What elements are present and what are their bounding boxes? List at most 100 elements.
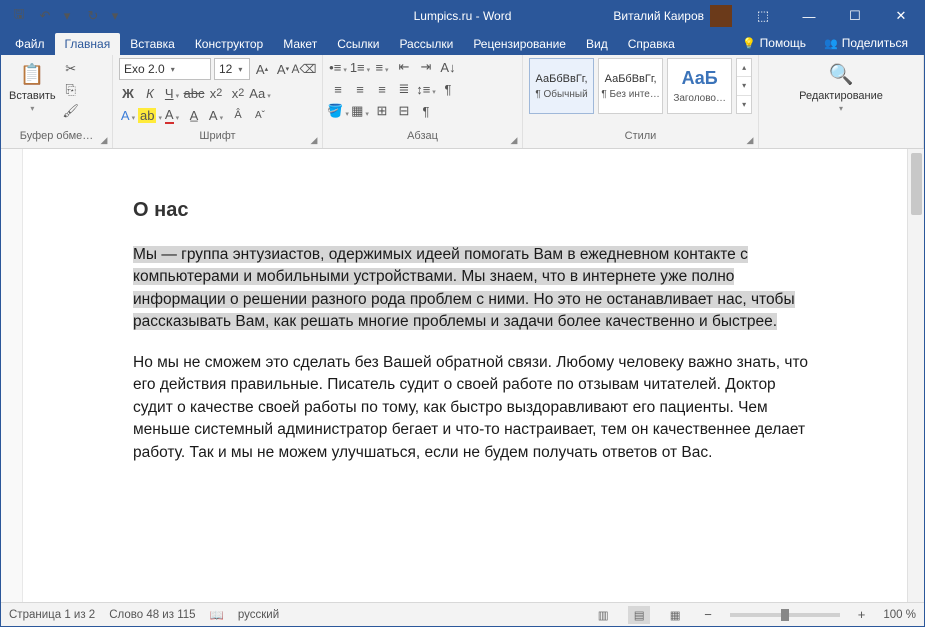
show-marks-icon[interactable]: ¶ — [439, 80, 457, 98]
borders-icon[interactable]: ▦ — [351, 102, 369, 120]
styles-launcher-icon[interactable]: ◢ — [744, 134, 756, 146]
status-language[interactable]: русский — [238, 609, 279, 621]
shading-icon[interactable]: 🪣 — [329, 102, 347, 120]
superscript-icon[interactable]: x2 — [229, 84, 247, 102]
tab-home[interactable]: Главная — [55, 33, 121, 55]
tab-view[interactable]: Вид — [576, 33, 618, 55]
highlight-icon[interactable]: ab — [141, 106, 159, 124]
document-page[interactable]: О нас Мы — группа энтузиастов, одержимых… — [55, 167, 875, 522]
tab-file[interactable]: Файл — [5, 33, 55, 55]
ribbon-options-icon[interactable]: ⬚ — [740, 1, 786, 31]
clear-format-icon[interactable]: A⌫ — [295, 60, 313, 78]
vertical-scrollbar[interactable] — [907, 149, 924, 602]
quick-access-toolbar: 🖫 ↶ ▾ ↻ ▾ — [1, 8, 123, 24]
scrollbar-thumb[interactable] — [911, 153, 922, 215]
tell-me[interactable]: Помощь — [734, 33, 814, 53]
web-layout-icon[interactable]: ▦ — [664, 606, 686, 624]
increase-indent-icon[interactable]: ⇥ — [417, 58, 435, 76]
tab-design[interactable]: Конструктор — [185, 33, 273, 55]
autosave-icon[interactable]: 🖫 — [11, 8, 27, 24]
underline-icon[interactable]: Ч — [163, 84, 181, 102]
shrink-font-icon[interactable]: A▾ — [274, 60, 292, 78]
paragraph-2[interactable]: Но мы не сможем это сделать без Вашей об… — [133, 352, 815, 464]
style-no-spacing[interactable]: АаБбВвГг, ¶ Без инте… — [598, 58, 663, 114]
user-account[interactable]: Виталий Каиров — [605, 5, 740, 27]
sort-icon[interactable]: A↓ — [439, 58, 457, 76]
styles-scroll-down-icon[interactable]: ▾ — [737, 77, 751, 95]
pilcrow-icon[interactable]: ¶ — [417, 102, 435, 120]
document-scroll[interactable]: О нас Мы — группа энтузиастов, одержимых… — [23, 149, 907, 602]
undo-dropdown-icon[interactable]: ▾ — [59, 8, 75, 24]
vertical-ruler[interactable] — [1, 149, 23, 602]
font-scale-icon[interactable]: Â — [229, 106, 247, 124]
print-layout-icon[interactable]: ▤ — [628, 606, 650, 624]
align-center-icon[interactable]: ≡ — [351, 80, 369, 98]
tab-references[interactable]: Ссылки — [327, 33, 389, 55]
strike-icon[interactable]: abc — [185, 84, 203, 102]
multilevel-icon[interactable]: ≡ — [373, 58, 391, 76]
font-border-icon[interactable]: A — [207, 106, 225, 124]
numbering-icon[interactable]: 1≡ — [351, 58, 369, 76]
tab-help[interactable]: Справка — [618, 33, 685, 55]
justify-icon[interactable]: ≣ — [395, 80, 413, 98]
para-extra1-icon[interactable]: ⊞ — [373, 102, 391, 120]
paragraph-launcher-icon[interactable]: ◢ — [508, 134, 520, 146]
styles-gallery-scroll: ▴ ▾ ▾ — [736, 58, 752, 114]
read-mode-icon[interactable]: ▥ — [592, 606, 614, 624]
styles-expand-icon[interactable]: ▾ — [737, 96, 751, 113]
cut-icon[interactable]: ✂ — [62, 60, 80, 78]
tab-insert[interactable]: Вставка — [120, 33, 185, 55]
close-button[interactable]: ✕ — [878, 1, 924, 31]
text-effects-icon[interactable]: A — [119, 106, 137, 124]
font-color-icon[interactable]: A — [163, 106, 181, 124]
subscript-icon[interactable]: x2 — [207, 84, 225, 102]
share-button[interactable]: Поделиться — [816, 33, 916, 53]
editing-button[interactable]: 🔍 Редактирование ▾ — [797, 58, 885, 115]
change-case-icon[interactable]: Aa — [251, 84, 269, 102]
group-styles: АаБбВвГг, ¶ Обычный АаБбВвГг, ¶ Без инте… — [523, 55, 759, 148]
ribbon-tabs: Файл Главная Вставка Конструктор Макет С… — [1, 31, 924, 55]
zoom-knob[interactable] — [781, 609, 789, 621]
style-normal[interactable]: АаБбВвГг, ¶ Обычный — [529, 58, 594, 114]
zoom-in-button[interactable]: + — [854, 607, 870, 622]
undo-icon[interactable]: ↶ — [37, 8, 53, 24]
para-extra2-icon[interactable]: ⊟ — [395, 102, 413, 120]
char-shading-icon[interactable]: A̲ — [185, 106, 203, 124]
font-name-combo[interactable]: Exo 2.0▾ — [119, 58, 211, 80]
align-right-icon[interactable]: ≡ — [373, 80, 391, 98]
paragraph-1[interactable]: Мы — группа энтузиастов, одержимых идеей… — [133, 244, 815, 334]
zoom-slider[interactable] — [730, 613, 840, 617]
qat-customize-icon[interactable]: ▾ — [107, 8, 123, 24]
spellcheck-icon[interactable]: 📖 — [210, 608, 224, 622]
tab-layout[interactable]: Макет — [273, 33, 327, 55]
tab-mailings[interactable]: Рассылки — [389, 33, 463, 55]
align-left-icon[interactable]: ≡ — [329, 80, 347, 98]
styles-scroll-up-icon[interactable]: ▴ — [737, 59, 751, 77]
status-page[interactable]: Страница 1 из 2 — [9, 609, 95, 621]
bullets-icon[interactable]: •≡ — [329, 58, 347, 76]
line-spacing-icon[interactable]: ↕≡ — [417, 80, 435, 98]
style-heading1[interactable]: АаБ Заголово… — [667, 58, 732, 114]
font-size-combo[interactable]: 12▾ — [214, 58, 250, 80]
format-painter-icon[interactable]: 🖌 — [62, 102, 80, 120]
zoom-level[interactable]: 100 % — [883, 609, 916, 621]
redo-icon[interactable]: ↻ — [85, 8, 101, 24]
document-area: О нас Мы — группа энтузиастов, одержимых… — [1, 149, 924, 602]
zoom-out-button[interactable]: − — [700, 607, 716, 622]
tab-review[interactable]: Рецензирование — [463, 33, 576, 55]
bold-icon[interactable]: Ж — [119, 84, 137, 102]
minimize-button[interactable]: — — [786, 1, 832, 31]
paste-icon: 📋 — [18, 60, 46, 88]
ribbon: 📋 Вставить ▾ ✂ ⎘ 🖌 Буфер обме… ◢ Exo 2.0… — [1, 55, 924, 149]
font-launcher-icon[interactable]: ◢ — [308, 134, 320, 146]
italic-icon[interactable]: К — [141, 84, 159, 102]
group-label-paragraph: Абзац — [329, 130, 516, 148]
status-words[interactable]: Слово 48 из 115 — [109, 609, 195, 621]
copy-icon[interactable]: ⎘ — [62, 81, 80, 99]
clipboard-launcher-icon[interactable]: ◢ — [98, 134, 110, 146]
maximize-button[interactable]: ☐ — [832, 1, 878, 31]
font-small-icon[interactable]: Aˇ — [251, 106, 269, 124]
decrease-indent-icon[interactable]: ⇤ — [395, 58, 413, 76]
paste-button[interactable]: 📋 Вставить ▾ — [7, 58, 58, 115]
grow-font-icon[interactable]: A▴ — [253, 60, 271, 78]
